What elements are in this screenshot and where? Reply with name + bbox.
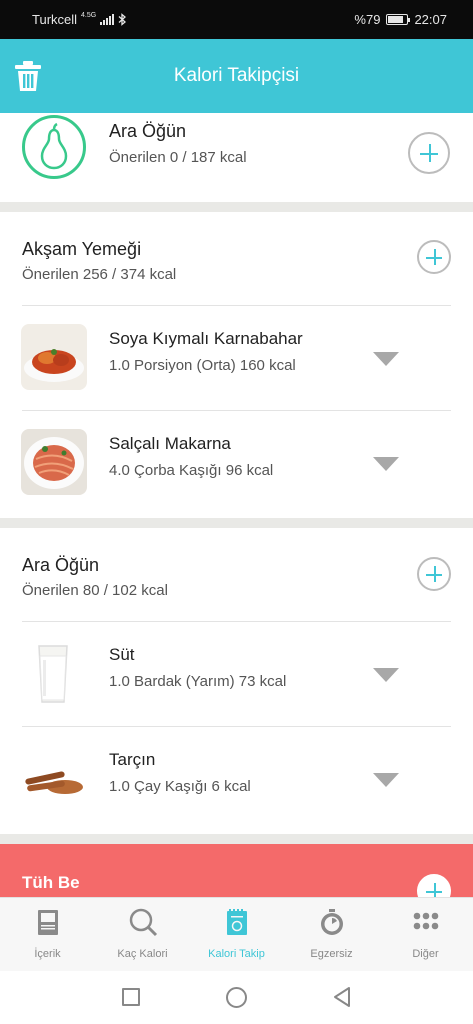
food-item-sut[interactable]: Süt 1.0 Bardak (Yarım) 73 kcal [0, 622, 473, 726]
expand-arrow-icon[interactable] [373, 668, 399, 682]
add-snack-top-button[interactable] [408, 132, 450, 174]
food-image-tarcin [21, 745, 87, 811]
food-image-soya [21, 324, 87, 390]
nav-label: Kalori Takip [208, 948, 265, 960]
nav-icerik[interactable]: İçerik [0, 898, 95, 972]
snack-2-title: Ara Öğün [22, 555, 100, 575]
food-detail: 1.0 Bardak (Yarım) 73 kcal [109, 673, 287, 690]
cheat-title: Tüh Be [22, 873, 80, 892]
book-icon [38, 910, 58, 935]
nav-label: Egzersiz [310, 948, 353, 960]
food-item-tarcin[interactable]: Tarçın 1.0 Çay Kaşığı 6 kcal [0, 727, 473, 831]
food-image-sut [21, 640, 87, 706]
food-item-soya[interactable]: Soya Kıymalı Karnabahar 1.0 Porsiyon (Or… [0, 306, 473, 410]
food-detail: 1.0 Porsiyon (Orta) 160 kcal [109, 357, 296, 374]
nav-label: Diğer [412, 948, 439, 960]
recent-apps-button[interactable] [122, 988, 140, 1006]
signal-icon [100, 14, 115, 25]
add-cheat-button[interactable] [417, 874, 451, 897]
home-button[interactable] [226, 987, 247, 1008]
add-dinner-button[interactable] [417, 240, 451, 274]
add-snack-2-button[interactable] [417, 557, 451, 591]
nav-label: Kaç Kalori [117, 948, 168, 960]
snack-2-recommended: Önerilen 80 / 102 kcal [22, 582, 168, 599]
nav-diger[interactable]: Diğer [378, 898, 473, 972]
grid-dots-icon [413, 912, 439, 930]
app-bar: Kalori Takipçisi [0, 39, 473, 113]
food-detail: 4.0 Çorba Kaşığı 96 kcal [109, 462, 274, 479]
expand-arrow-icon[interactable] [373, 457, 399, 471]
food-detail: 1.0 Çay Kaşığı 6 kcal [109, 778, 251, 795]
nav-kac-kalori[interactable]: Kaç Kalori [95, 898, 190, 972]
dinner-recommended: Önerilen 256 / 374 kcal [22, 266, 177, 283]
dinner-title: Akşam Yemeği [22, 239, 142, 259]
food-name: Süt [109, 645, 135, 664]
search-icon [129, 908, 158, 937]
status-bar: Turkcell 4.5G %79 22:07 [0, 0, 473, 39]
bluetooth-icon [118, 13, 127, 26]
back-button[interactable] [332, 986, 352, 1008]
clock: 22:07 [414, 12, 447, 27]
snack-card-2: Ara Öğün Önerilen 80 / 102 kcal Süt 1.0 … [0, 528, 473, 834]
cheat-meal-card: Tüh Be [0, 844, 473, 897]
app-title: Kalori Takipçisi [173, 65, 300, 86]
food-name: Tarçın [109, 750, 156, 769]
nav-egzersiz[interactable]: Egzersiz [284, 898, 379, 972]
battery-percent: %79 [354, 12, 381, 27]
battery-icon [386, 14, 411, 25]
dinner-card: Akşam Yemeği Önerilen 256 / 374 kcal Soy… [0, 212, 473, 518]
carrier-name: Turkcell [32, 12, 78, 27]
snack-top-title: Ara Öğün [109, 121, 187, 141]
system-nav-bar [0, 971, 473, 1024]
meal-list[interactable]: Ara Öğün Önerilen 0 / 187 kcal Akşam Yem… [0, 113, 473, 897]
expand-arrow-icon[interactable] [373, 773, 399, 787]
nav-kalori-takip[interactable]: Kalori Takip [189, 898, 284, 972]
food-name: Salçalı Makarna [109, 434, 231, 453]
snack-card-top: Ara Öğün Önerilen 0 / 187 kcal [0, 113, 473, 202]
nav-label: İçerik [34, 948, 61, 960]
food-item-makarna[interactable]: Salçalı Makarna 4.0 Çorba Kaşığı 96 kcal [0, 411, 473, 515]
network-type: 4.5G [81, 12, 97, 19]
snack-top-recommended: Önerilen 0 / 187 kcal [109, 149, 247, 166]
expand-arrow-icon[interactable] [373, 352, 399, 366]
food-name: Soya Kıymalı Karnabahar [109, 329, 303, 348]
notepad-icon [227, 909, 247, 935]
bottom-nav: İçerik Kaç Kalori Kalori Takip Egzersiz [0, 897, 473, 971]
food-image-makarna [21, 429, 87, 495]
stopwatch-icon [321, 909, 343, 935]
